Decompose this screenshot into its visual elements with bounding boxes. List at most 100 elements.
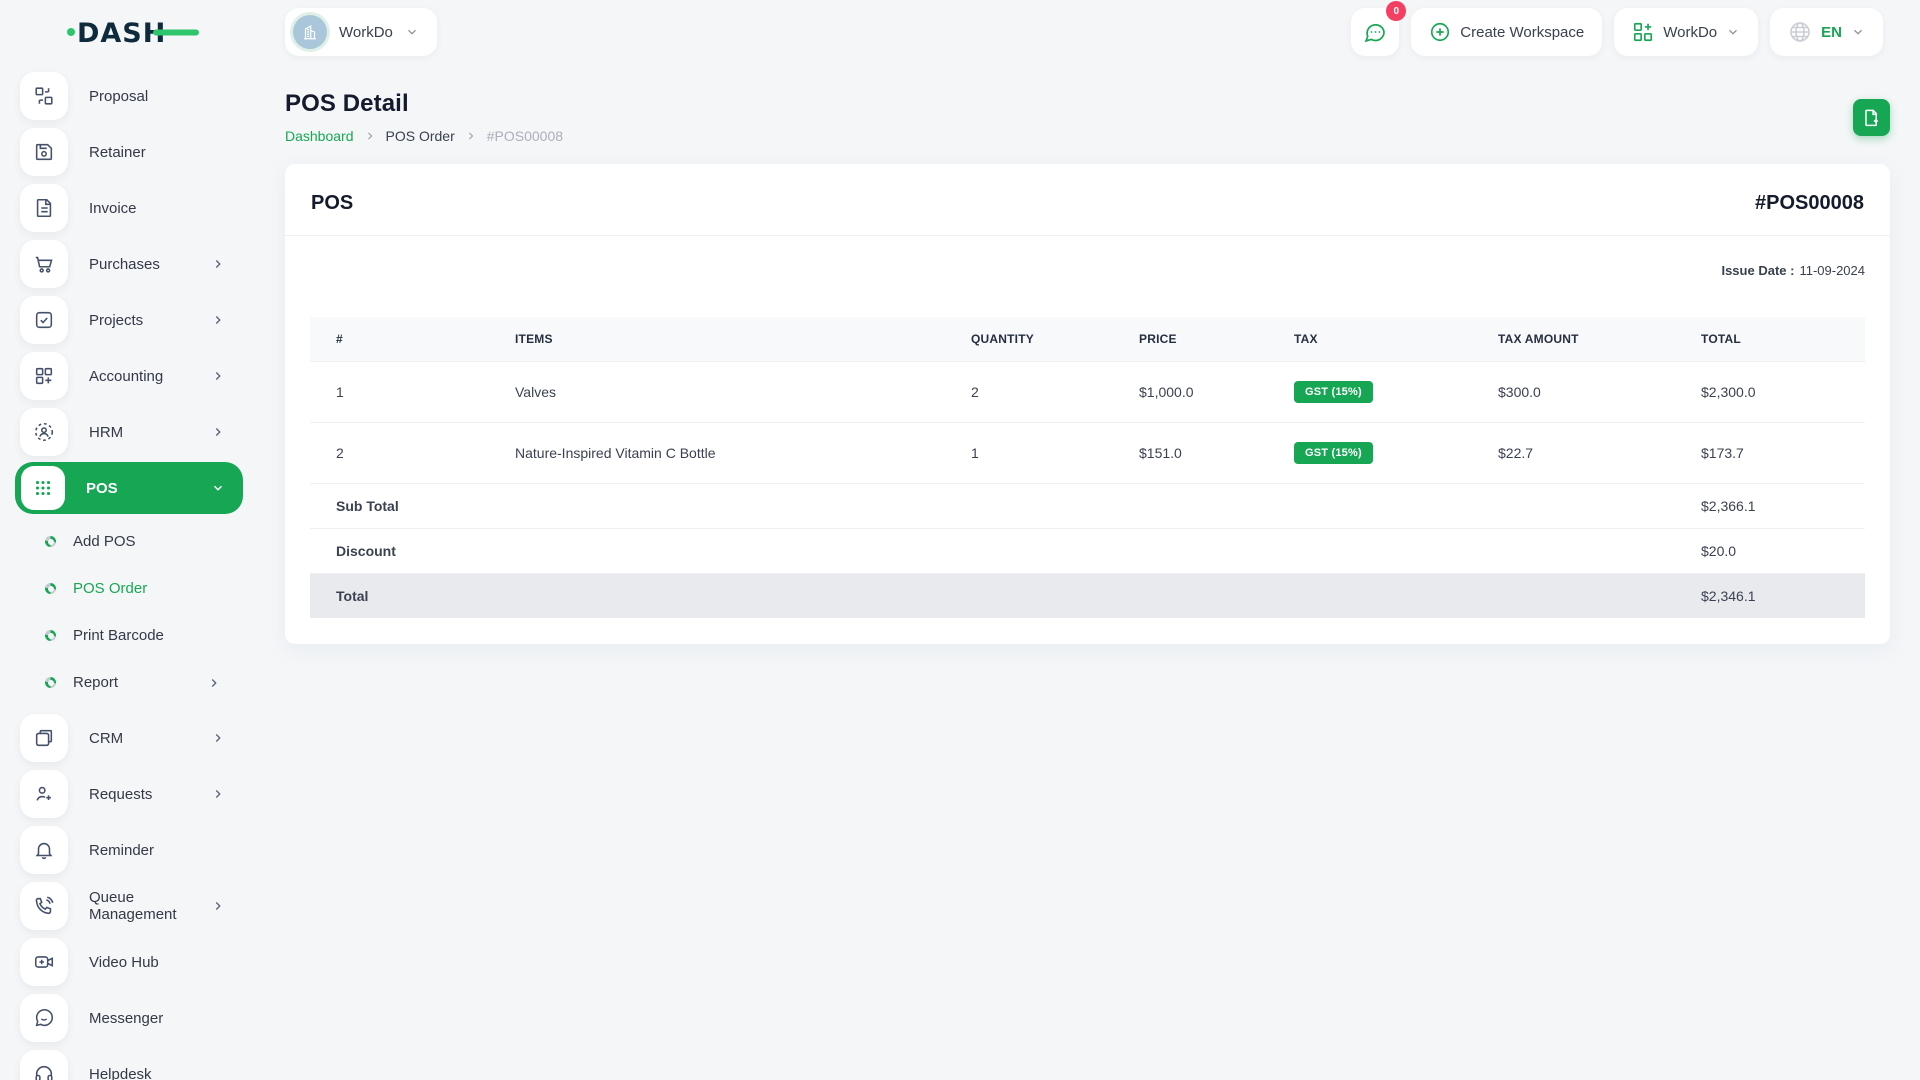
- breadcrumb-current: #POS00008: [486, 128, 564, 144]
- chevron-right-icon: [215, 428, 221, 436]
- col-header-quantity: QUANTITY: [945, 317, 1113, 362]
- sidebar-item-purchases[interactable]: Purchases: [15, 238, 243, 290]
- chevron-right-icon: [211, 678, 217, 687]
- main-content: POS Detail Dashboard POS Order #POS00008…: [260, 64, 1920, 1080]
- sidebar-item-queue-management[interactable]: Queue Management: [15, 880, 243, 932]
- table-header-row: # ITEMS QUANTITY PRICE TAX TAX AMOUNT TO…: [310, 317, 1865, 362]
- shopping-cart-icon: [20, 240, 68, 288]
- workspace-menu-label: WorkDo: [1663, 23, 1718, 41]
- dots-grid-icon: [21, 466, 65, 510]
- dash-logo-icon: DASH: [67, 18, 199, 49]
- sidebar-subitem-add-pos[interactable]: Add POS: [15, 518, 243, 565]
- sidebar-item-retainer[interactable]: Retainer: [15, 126, 243, 178]
- subtotal-label: Sub Total: [310, 483, 945, 529]
- card-title: POS: [311, 192, 354, 214]
- sidebar-subitem-pos-order[interactable]: POS Order: [15, 565, 243, 612]
- page-header: POS Detail Dashboard POS Order #POS00008: [285, 90, 1890, 144]
- file-plus-icon: [1865, 109, 1878, 126]
- sidebar-item-pos[interactable]: POS: [15, 462, 243, 514]
- col-header-tax-amount: TAX AMOUNT: [1472, 317, 1675, 362]
- dash-logo[interactable]: DASH: [67, 15, 263, 49]
- pos-submenu: Add POS POS Order Print Barcode Report: [15, 518, 260, 706]
- page-title: POS Detail: [285, 90, 409, 117]
- top-bar: DASH WorkDo 0 Create Workspace WorkDo EN: [0, 0, 1920, 64]
- tax-badge: GST (15%): [1294, 381, 1373, 403]
- sidebar-item-crm[interactable]: CRM: [15, 712, 243, 764]
- divider: [285, 235, 1890, 236]
- video-camera-icon: [20, 938, 68, 986]
- chevron-right-icon: [215, 260, 221, 268]
- language-selector[interactable]: EN: [1770, 8, 1883, 56]
- pos-detail-card: POS #POS00008 Issue Date : 11-09-2024 # …: [285, 164, 1890, 644]
- sidebar-item-messenger[interactable]: Messenger: [15, 992, 243, 1044]
- subtotal-row: Sub Total $2,366.1: [310, 483, 1865, 529]
- col-header-tax: TAX: [1268, 317, 1472, 362]
- col-header-items: ITEMS: [489, 317, 945, 362]
- file-text-icon: [20, 184, 68, 232]
- sidebar-item-helpdesk[interactable]: Helpdesk: [15, 1048, 243, 1080]
- issue-date-value: 11-09-2024: [1799, 263, 1865, 278]
- pos-number: #POS00008: [1755, 192, 1864, 214]
- chevron-right-icon: [215, 372, 221, 380]
- col-header-price: PRICE: [1113, 317, 1268, 362]
- grid-plus-icon: [20, 352, 68, 400]
- sidebar-item-video-hub[interactable]: Video Hub: [15, 936, 243, 988]
- building-icon: [304, 24, 316, 40]
- total-value: $2,346.1: [1675, 573, 1865, 618]
- sidebar-item-reminder[interactable]: Reminder: [15, 824, 243, 876]
- bullet-icon: [45, 677, 56, 688]
- bell-icon: [20, 826, 68, 874]
- sidebar-subitem-report[interactable]: Report: [15, 659, 243, 706]
- subtotal-value: $2,366.1: [1675, 483, 1865, 529]
- topbar-actions: 0 Create Workspace WorkDo EN: [1351, 1, 1883, 56]
- workspace-avatar: [293, 15, 327, 49]
- workspace-menu-button[interactable]: WorkDo: [1614, 8, 1759, 56]
- sidebar-item-accounting[interactable]: Accounting: [15, 350, 243, 402]
- chat-bubble-icon: [20, 994, 68, 1042]
- sidebar-item-invoice[interactable]: Invoice: [15, 182, 243, 234]
- grid-plus-icon: [1634, 22, 1653, 42]
- chevron-right-icon: [215, 902, 221, 910]
- workspace-switcher[interactable]: WorkDo: [285, 8, 437, 56]
- col-header-total: TOTAL: [1675, 317, 1865, 362]
- chevron-down-icon: [1854, 29, 1862, 35]
- language-code: EN: [1821, 23, 1842, 41]
- breadcrumb-dashboard-link[interactable]: Dashboard: [285, 128, 354, 144]
- sidebar-item-hrm[interactable]: HRM: [15, 406, 243, 458]
- breadcrumb: Dashboard POS Order #POS00008: [285, 128, 563, 144]
- tax-badge: GST (15%): [1294, 442, 1373, 464]
- breadcrumb-pos-order-link[interactable]: POS Order: [386, 128, 455, 144]
- create-workspace-button[interactable]: Create Workspace: [1411, 8, 1603, 56]
- create-workspace-label: Create Workspace: [1460, 23, 1585, 41]
- sidebar-subitem-print-barcode[interactable]: Print Barcode: [15, 612, 243, 659]
- pos-items-table: # ITEMS QUANTITY PRICE TAX TAX AMOUNT TO…: [310, 317, 1865, 618]
- discount-row: Discount $20.0: [310, 528, 1865, 574]
- messages-badge: 0: [1386, 1, 1407, 21]
- phone-call-icon: [20, 882, 68, 930]
- chevron-down-icon: [1729, 29, 1738, 35]
- person-dashed-circle-icon: [20, 408, 68, 456]
- chevron-down-icon: [407, 29, 416, 35]
- duplicate-pos-button[interactable]: [1853, 98, 1890, 136]
- globe-icon: [1790, 22, 1810, 42]
- sidebar: Proposal Retainer Invoice Purchases Proj…: [0, 64, 260, 1080]
- floppy-disk-icon: [20, 128, 68, 176]
- sidebar-item-proposal[interactable]: Proposal: [15, 70, 243, 122]
- chevron-right-icon: [215, 790, 221, 798]
- chevron-right-icon: [215, 734, 221, 742]
- headphones-icon: [20, 1050, 68, 1080]
- chevron-down-icon: [214, 485, 222, 491]
- bullet-icon: [45, 583, 56, 594]
- chevron-right-icon: [367, 132, 372, 140]
- card-header: POS #POS00008: [310, 188, 1865, 215]
- chevron-right-icon: [215, 316, 221, 324]
- sidebar-item-requests[interactable]: Requests: [15, 768, 243, 820]
- sidebar-item-projects[interactable]: Projects: [15, 294, 243, 346]
- swap-boxes-icon: [20, 72, 68, 120]
- person-plus-icon: [20, 770, 68, 818]
- chevron-right-icon: [468, 132, 474, 140]
- messages-button[interactable]: 0: [1351, 1, 1407, 56]
- svg-text:DASH: DASH: [77, 18, 166, 49]
- total-row: Total $2,346.1: [310, 573, 1865, 618]
- discount-label: Discount: [310, 528, 945, 574]
